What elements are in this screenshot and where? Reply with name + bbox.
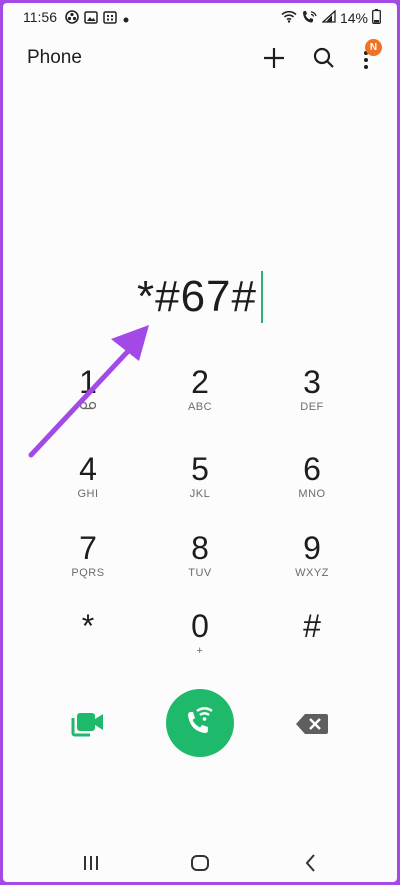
search-icon	[309, 47, 339, 77]
status-time: 11:56	[23, 9, 57, 25]
key-9[interactable]: 9 WXYZ	[257, 529, 367, 599]
entered-number: *#67#	[136, 272, 257, 321]
wifi-call-icon	[166, 707, 234, 761]
calendar-grid-icon	[103, 10, 117, 27]
key-3[interactable]: 3 DEF	[257, 363, 367, 433]
backspace-button[interactable]	[295, 713, 329, 735]
notification-badge: N	[365, 39, 382, 56]
status-bar: 11:56 14%	[3, 3, 397, 31]
phone-screen: 11:56 14% Phone N *#67# 1 2 ABC 3 DEF 4 …	[3, 3, 397, 882]
voicemail-icon	[33, 401, 143, 413]
battery-percent: 14%	[339, 10, 368, 26]
wifi-call-button[interactable]	[166, 689, 234, 757]
home-button[interactable]	[188, 851, 212, 875]
plus-icon	[259, 48, 289, 77]
add-contact-button[interactable]	[259, 43, 289, 73]
recents-icon	[79, 856, 103, 879]
text-cursor	[261, 271, 263, 323]
video-call-icon	[70, 713, 106, 743]
home-icon	[188, 855, 212, 879]
video-call-button[interactable]	[70, 709, 106, 739]
status-system-icons: 14%	[281, 9, 381, 27]
back-button[interactable]	[299, 851, 323, 875]
more-vert-icon	[351, 51, 381, 77]
key-8[interactable]: 8 TUV	[145, 529, 255, 599]
key-7[interactable]: 7 PQRS	[33, 529, 143, 599]
key-5[interactable]: 5 JKL	[145, 450, 255, 520]
app-notification-icon	[65, 10, 79, 27]
dot-icon	[122, 11, 130, 27]
battery-icon	[372, 9, 381, 27]
key-star[interactable]: *	[33, 607, 143, 677]
navigation-bar	[3, 843, 397, 882]
key-6[interactable]: 6 MNO	[257, 450, 367, 520]
key-0[interactable]: 0 +	[145, 607, 255, 677]
search-button[interactable]	[309, 43, 339, 73]
back-icon	[299, 854, 323, 879]
backspace-icon	[295, 714, 329, 739]
key-2[interactable]: 2 ABC	[145, 363, 255, 433]
key-4[interactable]: 4 GHI	[33, 450, 143, 520]
signal-icon	[321, 9, 336, 26]
call-actions	[3, 689, 397, 759]
recents-button[interactable]	[79, 851, 103, 875]
gallery-icon	[84, 10, 98, 27]
wifi-calling-icon	[301, 10, 318, 27]
number-display[interactable]: *#67#	[3, 271, 397, 331]
wifi-icon	[281, 10, 297, 26]
key-hash[interactable]: #	[257, 607, 367, 677]
app-title: Phone	[27, 47, 82, 68]
key-1[interactable]: 1	[33, 363, 143, 433]
status-notification-icons	[65, 10, 130, 27]
